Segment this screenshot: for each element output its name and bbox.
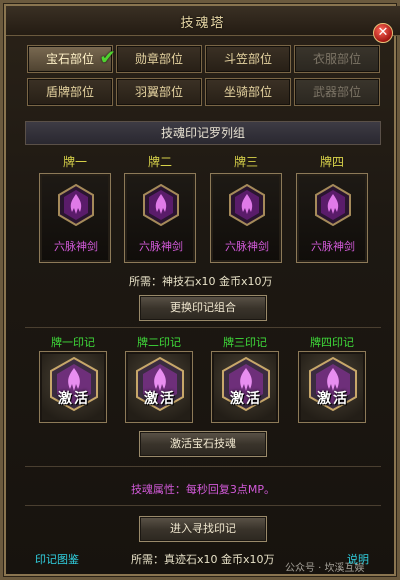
close-icon[interactable]: ✕ bbox=[373, 23, 393, 43]
tab-label: 宝石部位 bbox=[45, 52, 94, 66]
seal-activate-text: 激活 bbox=[58, 391, 90, 407]
tab-label: 羽翼部位 bbox=[134, 85, 183, 99]
tab-clothes: 衣服部位 bbox=[294, 45, 380, 73]
card-name: 六脉神剑 bbox=[54, 240, 98, 253]
card-label-1: 牌一 bbox=[62, 155, 87, 169]
section-title: 技魂印记罗列组 bbox=[25, 121, 381, 145]
seal-label-2: 牌二印记 bbox=[137, 336, 181, 349]
flame-emblem-icon bbox=[229, 184, 265, 226]
tab-label: 勋章部位 bbox=[134, 52, 183, 66]
flame-emblem-icon bbox=[143, 184, 179, 226]
tab-medal[interactable]: 勋章部位 bbox=[116, 45, 202, 73]
tab-wings[interactable]: 羽翼部位 bbox=[116, 78, 202, 106]
card-slot-4[interactable]: 六脉神剑 bbox=[296, 173, 368, 263]
tab-weapon: 武器部位 bbox=[294, 78, 380, 106]
card-name: 六脉神剑 bbox=[139, 240, 183, 253]
card-slot-2[interactable]: 六脉神剑 bbox=[124, 173, 196, 263]
seal-slot-2[interactable]: 激活 bbox=[125, 351, 193, 423]
checkmark-icon: ✔ bbox=[99, 45, 116, 69]
seal-catalog-link[interactable]: 印记图鉴 bbox=[35, 551, 79, 567]
divider bbox=[25, 327, 381, 328]
window-title: 技魂塔 bbox=[180, 16, 226, 31]
seal-activate-text: 激活 bbox=[317, 391, 349, 407]
seal-slot-1[interactable]: 激活 bbox=[39, 351, 107, 423]
seal-label-1: 牌一印记 bbox=[51, 336, 95, 349]
tab-label: 武器部位 bbox=[312, 85, 361, 99]
tab-label: 盾牌部位 bbox=[45, 85, 94, 99]
soul-attribute-text: 技魂属性：每秒回复3点MP。 bbox=[130, 483, 276, 496]
seal-activate-text: 激活 bbox=[230, 391, 262, 407]
tab-label: 衣服部位 bbox=[312, 52, 361, 66]
seal-label-4: 牌四印记 bbox=[310, 336, 354, 349]
requirement-text-1: 所需：神技石x10 金币x10万 bbox=[129, 275, 273, 288]
tab-shield[interactable]: 盾牌部位 bbox=[27, 78, 113, 106]
card-label-3: 牌三 bbox=[233, 155, 258, 169]
requirement-text-2: 所需：真迹石x10 金币x10万 bbox=[131, 553, 275, 566]
card-slot-1[interactable]: 六脉神剑 bbox=[39, 173, 111, 263]
divider bbox=[25, 466, 381, 467]
card-label-4: 牌四 bbox=[319, 155, 344, 169]
card-label-2: 牌二 bbox=[147, 155, 172, 169]
tab-hat[interactable]: 斗笠部位 bbox=[205, 45, 291, 73]
activate-gem-soul-button[interactable]: 激活宝石技魂 bbox=[139, 431, 267, 457]
seal-slot-4[interactable]: 激活 bbox=[298, 351, 366, 423]
tab-label: 坐骑部位 bbox=[223, 85, 272, 99]
help-link[interactable]: 说明 bbox=[347, 551, 369, 567]
tab-label: 斗笠部位 bbox=[223, 52, 272, 66]
change-seal-combo-button[interactable]: 更换印记组合 bbox=[139, 295, 267, 321]
card-slot-3[interactable]: 六脉神剑 bbox=[210, 173, 282, 263]
seal-activate-text: 激活 bbox=[144, 391, 176, 407]
card-name: 六脉神剑 bbox=[311, 240, 355, 253]
divider bbox=[25, 505, 381, 506]
seal-slot-3[interactable]: 激活 bbox=[211, 351, 279, 423]
flame-emblem-icon bbox=[315, 184, 351, 226]
title-bar: 技魂塔 bbox=[6, 6, 400, 36]
tab-mount[interactable]: 坐骑部位 bbox=[205, 78, 291, 106]
tab-gem[interactable]: 宝石部位 ✔ bbox=[27, 45, 116, 73]
enter-find-seal-button[interactable]: 进入寻找印记 bbox=[139, 516, 267, 542]
flame-emblem-icon bbox=[58, 184, 94, 226]
game-window: 技魂塔 ✕ 宝石部位 ✔ 勋章部位 斗笠部位 衣服部位 盾牌部位 羽翼部位 坐骑… bbox=[0, 0, 400, 580]
card-name: 六脉神剑 bbox=[225, 240, 269, 253]
seal-label-3: 牌三印记 bbox=[223, 336, 267, 349]
